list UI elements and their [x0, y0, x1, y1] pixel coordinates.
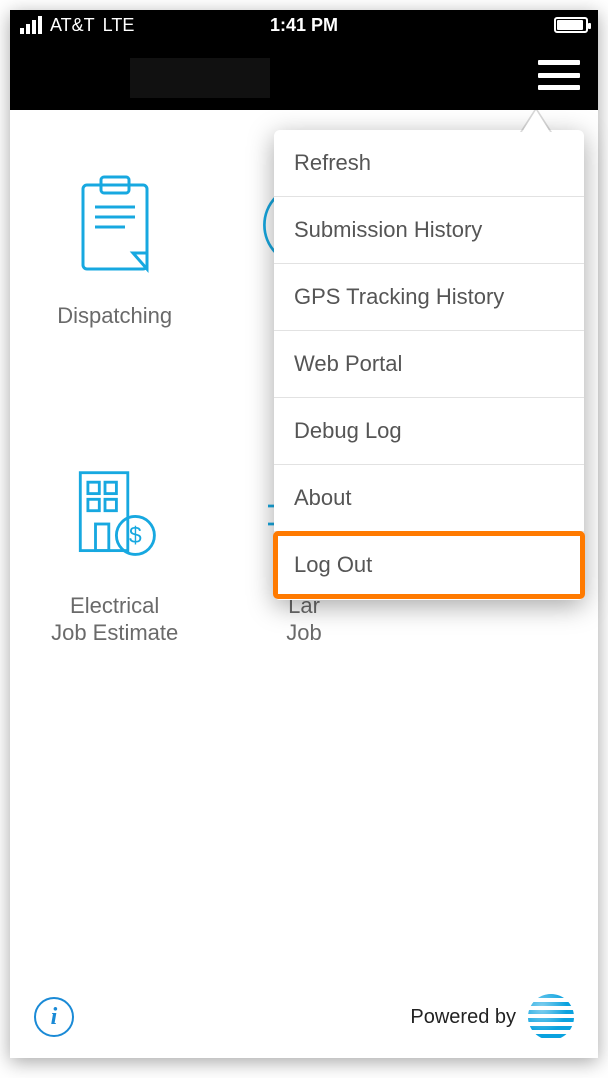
- status-time: 1:41 PM: [10, 15, 598, 36]
- phone-frame: AT&T LTE 1:41 PM: [10, 10, 598, 1058]
- tile-label: Dispatching: [57, 302, 172, 330]
- menu-item-gps-tracking-history[interactable]: GPS Tracking History: [274, 264, 584, 331]
- clipboard-icon: [60, 170, 170, 280]
- menu-item-web-portal[interactable]: Web Portal: [274, 331, 584, 398]
- status-bar: AT&T LTE 1:41 PM: [10, 10, 598, 40]
- tile-electrical-job-estimate[interactable]: $ Electrical Job Estimate: [20, 460, 209, 647]
- powered-by: Powered by: [410, 994, 574, 1040]
- building-dollar-icon: $: [60, 460, 170, 570]
- att-globe-icon: [528, 994, 574, 1040]
- menu-item-about[interactable]: About: [274, 465, 584, 532]
- info-icon: i: [51, 1004, 58, 1031]
- app-logo-placeholder: [130, 58, 270, 98]
- app-header: [10, 40, 598, 110]
- menu-item-debug-log[interactable]: Debug Log: [274, 398, 584, 465]
- content-area: Dispatching Me: [10, 110, 598, 1058]
- menu-item-log-out[interactable]: Log Out: [274, 532, 584, 598]
- menu-item-submission-history[interactable]: Submission History: [274, 197, 584, 264]
- tile-label: Electrical Job Estimate: [51, 592, 178, 647]
- svg-text:$: $: [129, 522, 142, 548]
- powered-by-label: Powered by: [410, 1006, 516, 1029]
- menu-button[interactable]: [538, 60, 580, 90]
- tile-dispatching[interactable]: Dispatching: [20, 170, 209, 330]
- info-button[interactable]: i: [34, 997, 74, 1037]
- status-right: [554, 17, 588, 33]
- battery-icon: [554, 17, 588, 33]
- footer: i Powered by: [10, 994, 598, 1040]
- dropdown-menu: Refresh Submission History GPS Tracking …: [274, 130, 584, 600]
- menu-pointer-icon: [522, 110, 550, 132]
- menu-item-refresh[interactable]: Refresh: [274, 130, 584, 197]
